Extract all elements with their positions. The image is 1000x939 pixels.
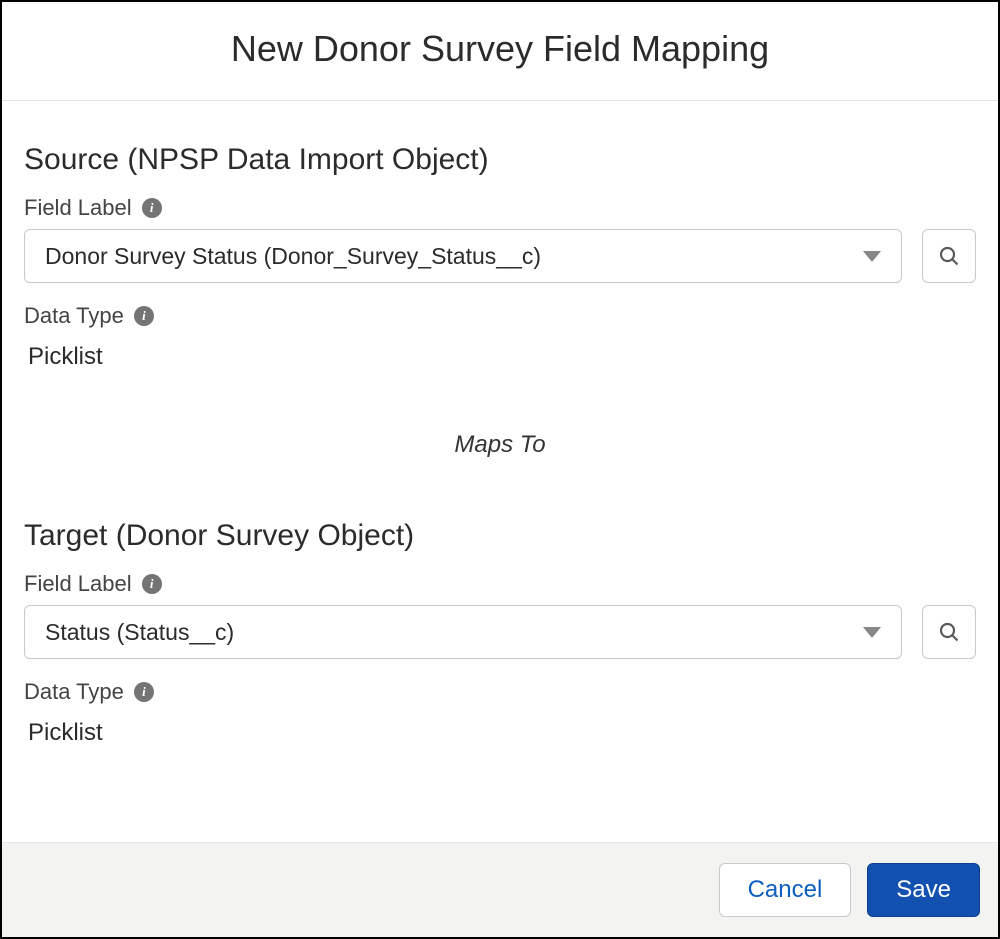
source-section: Source (NPSP Data Import Object) Field L… bbox=[24, 143, 976, 371]
info-icon[interactable]: i bbox=[142, 198, 162, 218]
source-field-label-value: Donor Survey Status (Donor_Survey_Status… bbox=[45, 243, 541, 270]
maps-to-label: Maps To bbox=[24, 431, 976, 459]
modal-title: New Donor Survey Field Mapping bbox=[22, 28, 978, 70]
modal-footer: Cancel Save bbox=[2, 842, 998, 937]
search-icon bbox=[937, 244, 961, 268]
info-icon[interactable]: i bbox=[134, 306, 154, 326]
source-data-type-group: Data Type i Picklist bbox=[24, 303, 976, 371]
chevron-down-icon bbox=[863, 251, 881, 262]
source-data-type-label: Data Type bbox=[24, 303, 124, 329]
source-field-label-group: Field Label i Donor Survey Status (Donor… bbox=[24, 195, 976, 283]
target-field-label-text: Field Label bbox=[24, 571, 132, 597]
source-search-button[interactable] bbox=[922, 229, 976, 283]
target-field-label-group: Field Label i Status (Status__c) bbox=[24, 571, 976, 659]
cancel-button[interactable]: Cancel bbox=[719, 863, 852, 917]
chevron-down-icon bbox=[863, 627, 881, 638]
target-field-label-select[interactable]: Status (Status__c) bbox=[24, 605, 902, 659]
info-icon[interactable]: i bbox=[142, 574, 162, 594]
target-section: Target (Donor Survey Object) Field Label… bbox=[24, 519, 976, 747]
modal-header: New Donor Survey Field Mapping bbox=[2, 2, 998, 101]
target-data-type-value: Picklist bbox=[28, 719, 976, 747]
source-section-title: Source (NPSP Data Import Object) bbox=[24, 143, 976, 177]
search-icon bbox=[937, 620, 961, 644]
target-section-title: Target (Donor Survey Object) bbox=[24, 519, 976, 553]
target-data-type-label: Data Type bbox=[24, 679, 124, 705]
target-data-type-group: Data Type i Picklist bbox=[24, 679, 976, 747]
source-field-label-text: Field Label bbox=[24, 195, 132, 221]
target-search-button[interactable] bbox=[922, 605, 976, 659]
modal-body: Source (NPSP Data Import Object) Field L… bbox=[2, 101, 998, 842]
source-field-label-select[interactable]: Donor Survey Status (Donor_Survey_Status… bbox=[24, 229, 902, 283]
source-data-type-value: Picklist bbox=[28, 343, 976, 371]
target-field-label-value: Status (Status__c) bbox=[45, 619, 234, 646]
save-button[interactable]: Save bbox=[867, 863, 980, 917]
info-icon[interactable]: i bbox=[134, 682, 154, 702]
